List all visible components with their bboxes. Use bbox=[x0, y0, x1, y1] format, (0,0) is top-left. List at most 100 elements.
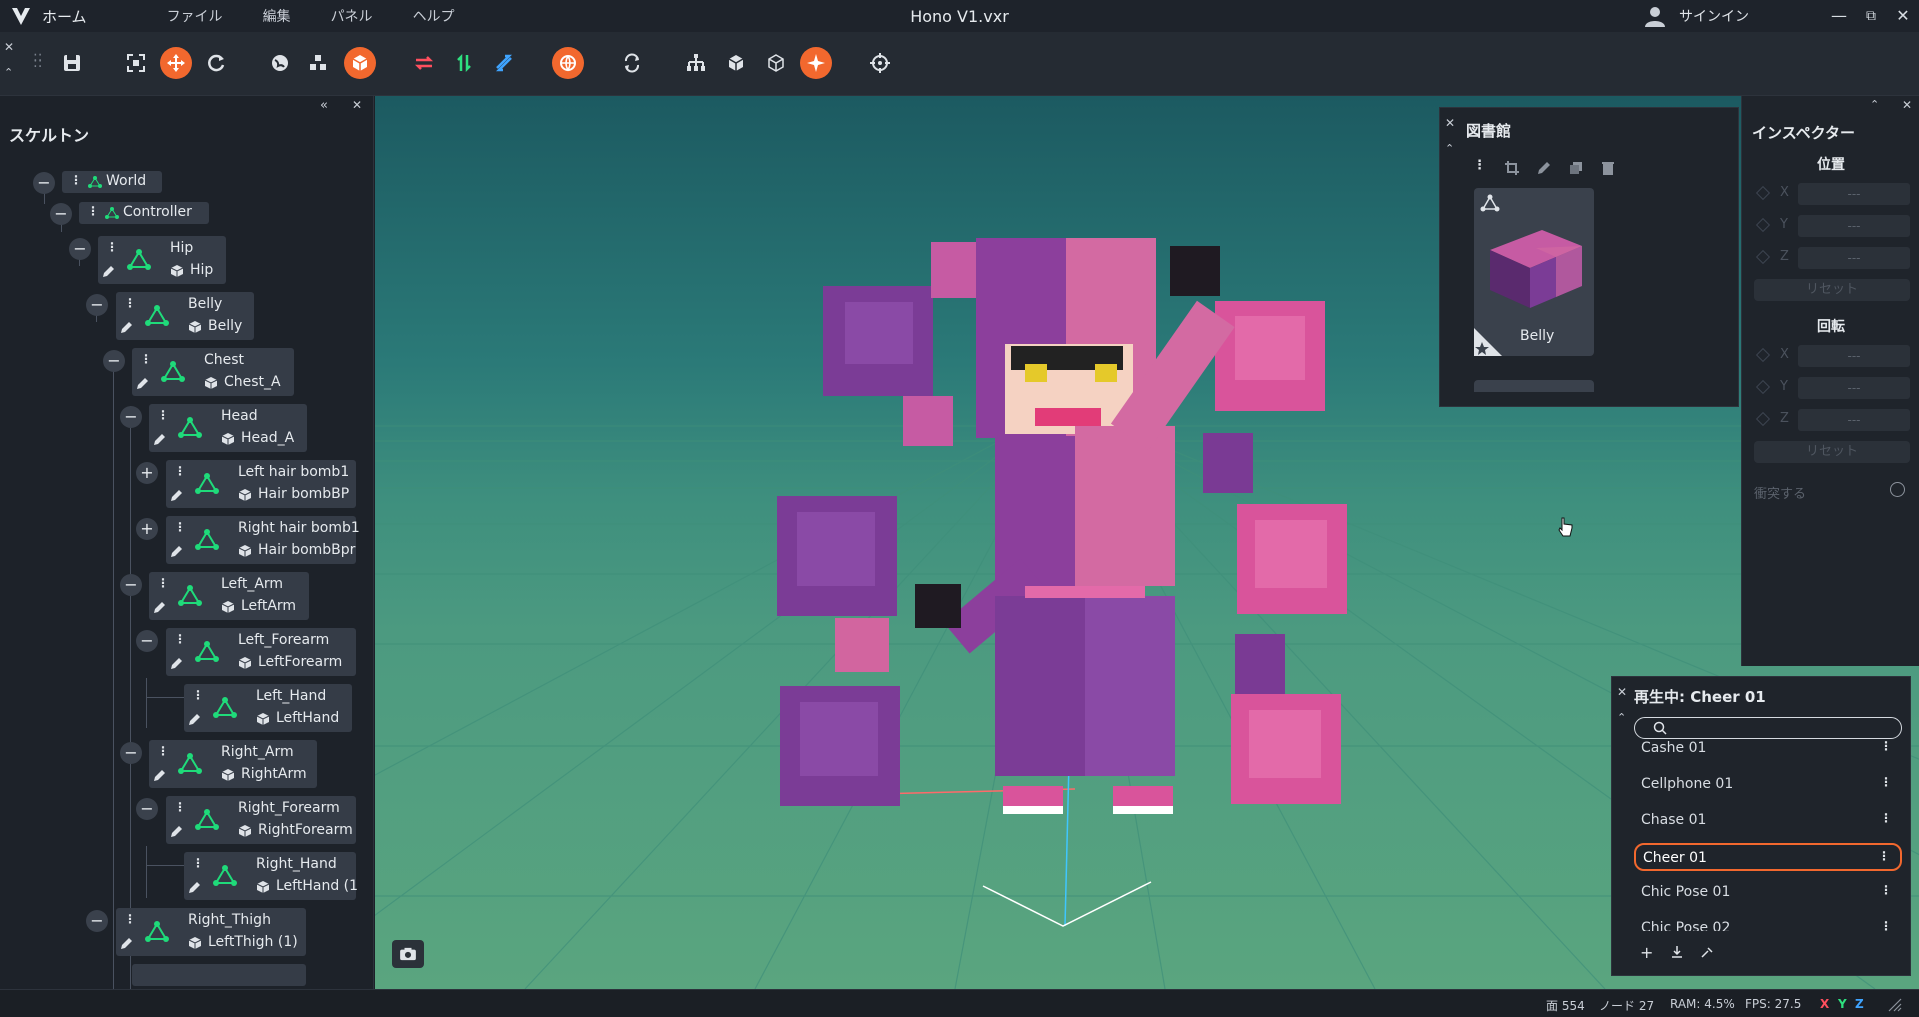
menu-panel[interactable]: パネル bbox=[311, 6, 393, 26]
toolbar-close-icon[interactable]: ✕ bbox=[4, 40, 14, 54]
node-menu-icon[interactable]: ⋮ bbox=[70, 173, 82, 187]
animation-menu-icon[interactable]: ⋮ bbox=[1880, 919, 1892, 931]
node-menu-icon[interactable]: ⋮ bbox=[174, 520, 186, 534]
swap-z-icon[interactable] bbox=[488, 47, 520, 79]
animation-list-item[interactable]: Cheer 01 ⋮ bbox=[1634, 843, 1902, 871]
collapse-node-button[interactable]: − bbox=[136, 798, 158, 820]
tree-node[interactable]: ⋮ Chest Chest_A bbox=[132, 348, 294, 396]
rotation-z-field[interactable]: --- bbox=[1798, 409, 1910, 431]
tree-node[interactable]: ⋮ Left_Arm LeftArm bbox=[149, 572, 309, 620]
animation-search-input[interactable] bbox=[1634, 717, 1902, 739]
collapse-node-button[interactable]: − bbox=[86, 294, 108, 316]
node-menu-icon[interactable]: ⋮ bbox=[174, 464, 186, 478]
animation-list-item[interactable]: Chase 01 ⋮ bbox=[1634, 807, 1902, 835]
pencil-icon[interactable] bbox=[120, 320, 134, 334]
import-icon[interactable] bbox=[1670, 945, 1684, 959]
menu-file[interactable]: ファイル bbox=[147, 6, 243, 26]
keyframe-diamond-icon[interactable] bbox=[1755, 249, 1771, 265]
screenshot-button[interactable] bbox=[392, 940, 424, 968]
collapse-node-button[interactable]: − bbox=[136, 630, 158, 652]
pencil-icon[interactable] bbox=[153, 600, 167, 614]
animation-menu-icon[interactable]: ⋮ bbox=[1880, 775, 1892, 789]
keyframe-diamond-icon[interactable] bbox=[1755, 379, 1771, 395]
node-menu-icon[interactable]: ⋮ bbox=[87, 204, 99, 218]
drag-handle-icon[interactable]: :::: bbox=[33, 50, 42, 70]
node-menu-icon[interactable]: ⋮ bbox=[192, 856, 204, 870]
collapse-node-button[interactable]: − bbox=[120, 406, 142, 428]
edit-icon[interactable] bbox=[1536, 160, 1552, 176]
library-item-card-partial[interactable] bbox=[1474, 380, 1594, 392]
tree-node[interactable]: ⋮ Hip Hip bbox=[98, 236, 226, 284]
position-z-field[interactable]: --- bbox=[1798, 247, 1910, 269]
fit-view-icon[interactable] bbox=[120, 47, 152, 79]
node-menu-icon[interactable]: ⋮ bbox=[124, 296, 136, 310]
collapse-node-button[interactable]: − bbox=[120, 742, 142, 764]
node-menu-icon[interactable]: ⋮ bbox=[157, 408, 169, 422]
cube-wire-icon[interactable] bbox=[760, 47, 792, 79]
node-menu-icon[interactable]: ⋮ bbox=[192, 688, 204, 702]
library-item-card[interactable]: Belly bbox=[1474, 188, 1594, 356]
tree-node-partial[interactable] bbox=[132, 964, 306, 986]
save-icon[interactable] bbox=[56, 47, 88, 79]
keyframe-diamond-icon[interactable] bbox=[1755, 411, 1771, 427]
node-menu-icon[interactable]: ⋮ bbox=[140, 352, 152, 366]
hierarchy-icon[interactable] bbox=[680, 47, 712, 79]
swap-x-icon[interactable] bbox=[408, 47, 440, 79]
rotate-tool-icon[interactable] bbox=[200, 47, 232, 79]
animation-list-item[interactable]: Cellphone 01 ⋮ bbox=[1634, 771, 1902, 799]
pencil-icon[interactable] bbox=[188, 712, 202, 726]
tree-node[interactable]: ⋮ Left hair bomb1 Hair bombBP bbox=[166, 460, 356, 508]
tree-node-world[interactable]: ⋮ World bbox=[62, 171, 162, 193]
tree-node[interactable]: ⋮ Belly Belly bbox=[116, 292, 254, 340]
tree-node[interactable]: ⋮ Right hair bomb1 Hair bombBpr bbox=[166, 516, 360, 564]
skeleton-close-icon[interactable]: ✕ bbox=[352, 98, 362, 112]
delete-icon[interactable] bbox=[1600, 160, 1616, 176]
animation-menu-icon[interactable]: ⋮ bbox=[1878, 849, 1890, 863]
library-collapse-icon[interactable]: ⌃ bbox=[1445, 142, 1454, 155]
move-tool-icon[interactable] bbox=[160, 47, 192, 79]
globe-icon[interactable] bbox=[264, 47, 296, 79]
resize-grip-icon[interactable] bbox=[1888, 998, 1902, 1012]
crosshair-icon[interactable] bbox=[864, 47, 896, 79]
refresh-icon[interactable] bbox=[616, 47, 648, 79]
pencil-icon[interactable] bbox=[136, 376, 150, 390]
inspector-close-icon[interactable]: ✕ bbox=[1902, 98, 1912, 112]
add-animation-icon[interactable]: + bbox=[1640, 943, 1653, 962]
animation-list-item[interactable]: Chic Pose 01 ⋮ bbox=[1634, 879, 1902, 907]
tree-node[interactable]: ⋮ Left_Hand LeftHand bbox=[184, 684, 352, 732]
tree-node[interactable]: ⋮ Head Head_A bbox=[149, 404, 307, 452]
app-logo-icon[interactable] bbox=[10, 5, 32, 27]
duplicate-icon[interactable] bbox=[1568, 160, 1584, 176]
cubes-icon[interactable] bbox=[302, 47, 334, 79]
tree-node[interactable]: ⋮ Right_Thigh LeftThigh (1) bbox=[116, 908, 306, 956]
library-close-icon[interactable]: ✕ bbox=[1445, 116, 1455, 130]
favorite-corner-icon[interactable] bbox=[1474, 328, 1502, 356]
tree-node[interactable]: ⋮ Right_Hand LeftHand (1 bbox=[184, 852, 358, 900]
collapse-node-button[interactable]: − bbox=[120, 574, 142, 596]
collapse-node-button[interactable]: − bbox=[103, 350, 125, 372]
keyframe-diamond-icon[interactable] bbox=[1755, 347, 1771, 363]
expand-node-button[interactable]: + bbox=[136, 462, 158, 484]
pencil-icon[interactable] bbox=[188, 880, 202, 894]
node-menu-icon[interactable]: ⋮ bbox=[174, 800, 186, 814]
keyframe-diamond-icon[interactable] bbox=[1755, 185, 1771, 201]
animation-menu-icon[interactable]: ⋮ bbox=[1880, 883, 1892, 897]
position-reset-button[interactable]: リセット bbox=[1754, 279, 1910, 301]
crop-icon[interactable] bbox=[1504, 160, 1520, 176]
expand-node-button[interactable]: + bbox=[136, 518, 158, 540]
pencil-icon[interactable] bbox=[170, 544, 184, 558]
position-y-field[interactable]: --- bbox=[1798, 215, 1910, 237]
rotation-y-field[interactable]: --- bbox=[1798, 377, 1910, 399]
pencil-icon[interactable] bbox=[153, 432, 167, 446]
rotation-x-field[interactable]: --- bbox=[1798, 345, 1910, 367]
library-menu-icon[interactable]: ⋮ bbox=[1473, 158, 1486, 173]
close-window-icon[interactable]: ✕ bbox=[1891, 4, 1915, 28]
toolbar-collapse-icon[interactable]: ⌃ bbox=[4, 66, 13, 79]
restore-icon[interactable]: ⧉ bbox=[1859, 4, 1883, 28]
tree-node[interactable]: ⋮ Left_Forearm LeftForearm bbox=[166, 628, 356, 676]
animation-list-item[interactable]: Chic Pose 02 ⋮ bbox=[1634, 915, 1902, 931]
playback-collapse-icon[interactable]: ⌃ bbox=[1617, 711, 1626, 724]
collapse-controller-button[interactable]: − bbox=[50, 203, 72, 225]
skeleton-collapse-icon[interactable]: « bbox=[320, 98, 328, 113]
pencil-icon[interactable] bbox=[120, 936, 134, 950]
